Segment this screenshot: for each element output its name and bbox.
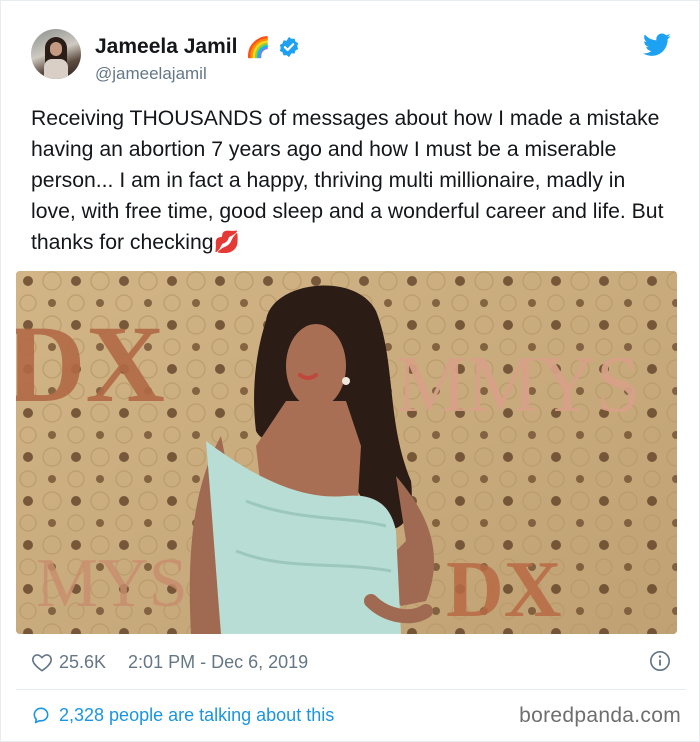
backdrop-letters-left: DX bbox=[16, 303, 165, 425]
backdrop-letters-bottom-right: DX bbox=[446, 546, 562, 634]
tweet-body: Receiving THOUSANDS of messages about ho… bbox=[31, 107, 664, 254]
tweet-text: Receiving THOUSANDS of messages about ho… bbox=[31, 103, 671, 258]
author-name-row[interactable]: Jameela Jamil 🌈 bbox=[95, 35, 300, 59]
backdrop-letters-bottom-left: MYS bbox=[36, 545, 188, 622]
author-handle[interactable]: @jameelajamil bbox=[95, 64, 207, 84]
heart-icon[interactable] bbox=[31, 652, 53, 672]
watermark: boredpanda.com bbox=[519, 704, 681, 727]
comment-bubble-icon bbox=[33, 707, 49, 724]
divider bbox=[16, 689, 686, 690]
rainbow-emoji: 🌈 bbox=[245, 36, 271, 59]
discussion-text[interactable]: 2,328 people are talking about this bbox=[59, 705, 334, 726]
info-icon[interactable] bbox=[649, 650, 671, 672]
tweet-card: Jameela Jamil 🌈 @jameelajamil Receiving … bbox=[0, 0, 700, 742]
author-name[interactable]: Jameela Jamil bbox=[95, 35, 237, 59]
like-count[interactable]: 25.6K bbox=[59, 652, 106, 673]
backdrop-letters-right: MMYS bbox=[396, 341, 641, 429]
tweet-header: Jameela Jamil 🌈 @jameelajamil bbox=[31, 29, 671, 89]
tweet-timestamp[interactable]: 2:01 PM - Dec 6, 2019 bbox=[128, 652, 308, 673]
tweet-meta: 25.6K 2:01 PM - Dec 6, 2019 bbox=[31, 649, 671, 675]
kiss-mark-emoji: 💋 bbox=[213, 231, 240, 254]
discussion-link[interactable]: 2,328 people are talking about this bbox=[31, 701, 334, 729]
red-carpet-photo: DX MMYS MYS DX bbox=[16, 271, 677, 634]
avatar[interactable] bbox=[31, 29, 81, 79]
twitter-bird-icon[interactable] bbox=[643, 33, 671, 57]
tweet-photo[interactable]: DX MMYS MYS DX bbox=[16, 271, 677, 634]
verified-badge-icon bbox=[280, 36, 299, 58]
